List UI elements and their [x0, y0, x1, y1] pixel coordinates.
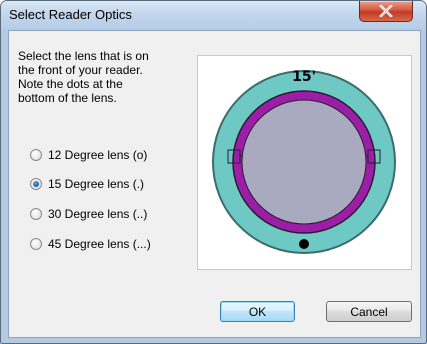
radio-label-30-degree: 30 Degree lens (..): [48, 207, 148, 221]
ok-button[interactable]: OK: [220, 301, 295, 322]
title-bar[interactable]: Select Reader Optics: [1, 1, 426, 29]
radio-button[interactable]: [30, 149, 42, 161]
radio-12-degree[interactable]: 12 Degree lens (o): [30, 147, 147, 163]
lens-dot: [299, 239, 309, 249]
radio-label-45-degree: 45 Degree lens (...): [48, 237, 151, 251]
instructions-text: Select the lens that is on the front of …: [18, 49, 183, 105]
lens-diagram: 15': [212, 69, 396, 254]
instructions-line: Select the lens that is on: [18, 49, 149, 63]
cancel-button[interactable]: Cancel: [326, 301, 412, 322]
instructions-line: the front of your reader.: [18, 63, 143, 77]
radio-15-degree[interactable]: 15 Degree lens (.): [30, 176, 144, 192]
lens-degree-label: 15': [292, 69, 316, 85]
radio-label-12-degree: 12 Degree lens (o): [48, 148, 148, 162]
instructions-line: Note the dots at the: [18, 77, 123, 91]
close-button[interactable]: [359, 1, 413, 22]
lens-face: [241, 99, 367, 225]
radio-button[interactable]: [30, 178, 42, 190]
close-icon: [379, 5, 393, 17]
instructions-line: bottom of the lens.: [18, 91, 117, 105]
radio-button[interactable]: [30, 238, 42, 250]
radio-45-degree[interactable]: 45 Degree lens (...): [30, 236, 151, 252]
radio-30-degree[interactable]: 30 Degree lens (..): [30, 206, 147, 222]
radio-label-15-degree: 15 Degree lens (.): [48, 177, 145, 191]
window-title: Select Reader Optics: [9, 7, 132, 22]
lens-diagram-panel: 15': [197, 55, 412, 270]
radio-button[interactable]: [30, 208, 42, 220]
